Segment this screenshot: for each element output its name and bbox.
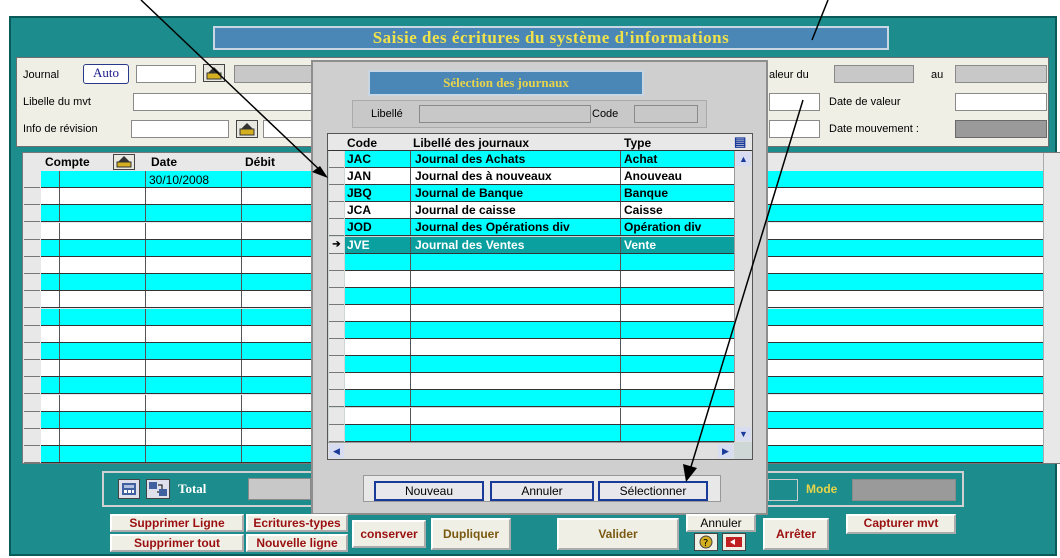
annotation-arrows bbox=[140, 0, 829, 482]
